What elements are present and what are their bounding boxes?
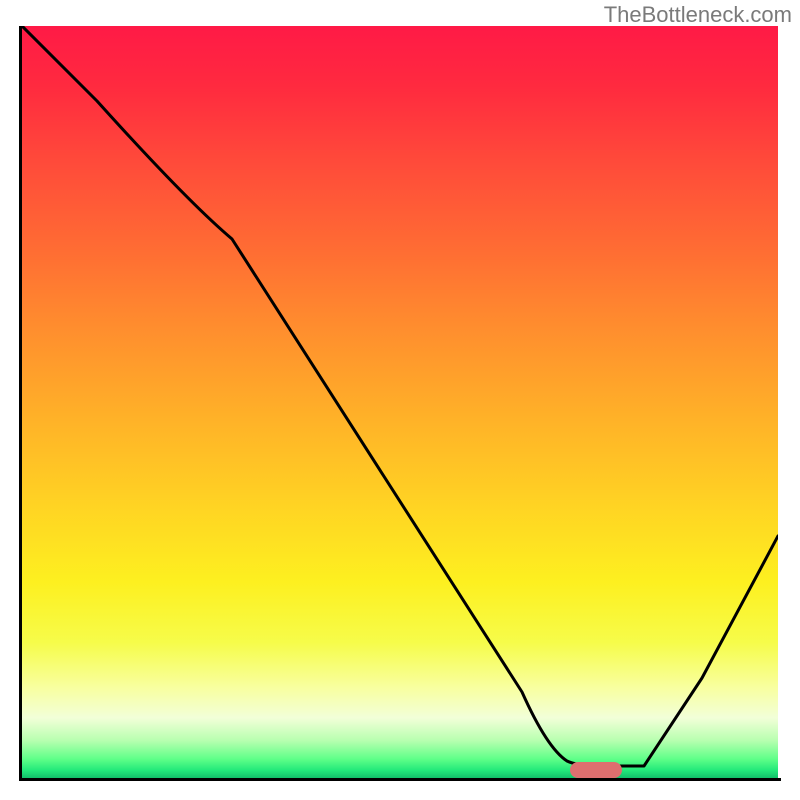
curve-path: [22, 26, 778, 766]
bottleneck-curve: [22, 26, 778, 778]
x-axis: [19, 778, 781, 781]
y-axis: [19, 26, 22, 781]
plot-area: [22, 26, 778, 778]
optimal-point-marker: [570, 762, 622, 778]
chart-container: TheBottleneck.com: [0, 0, 800, 800]
watermark-text: TheBottleneck.com: [604, 2, 792, 28]
